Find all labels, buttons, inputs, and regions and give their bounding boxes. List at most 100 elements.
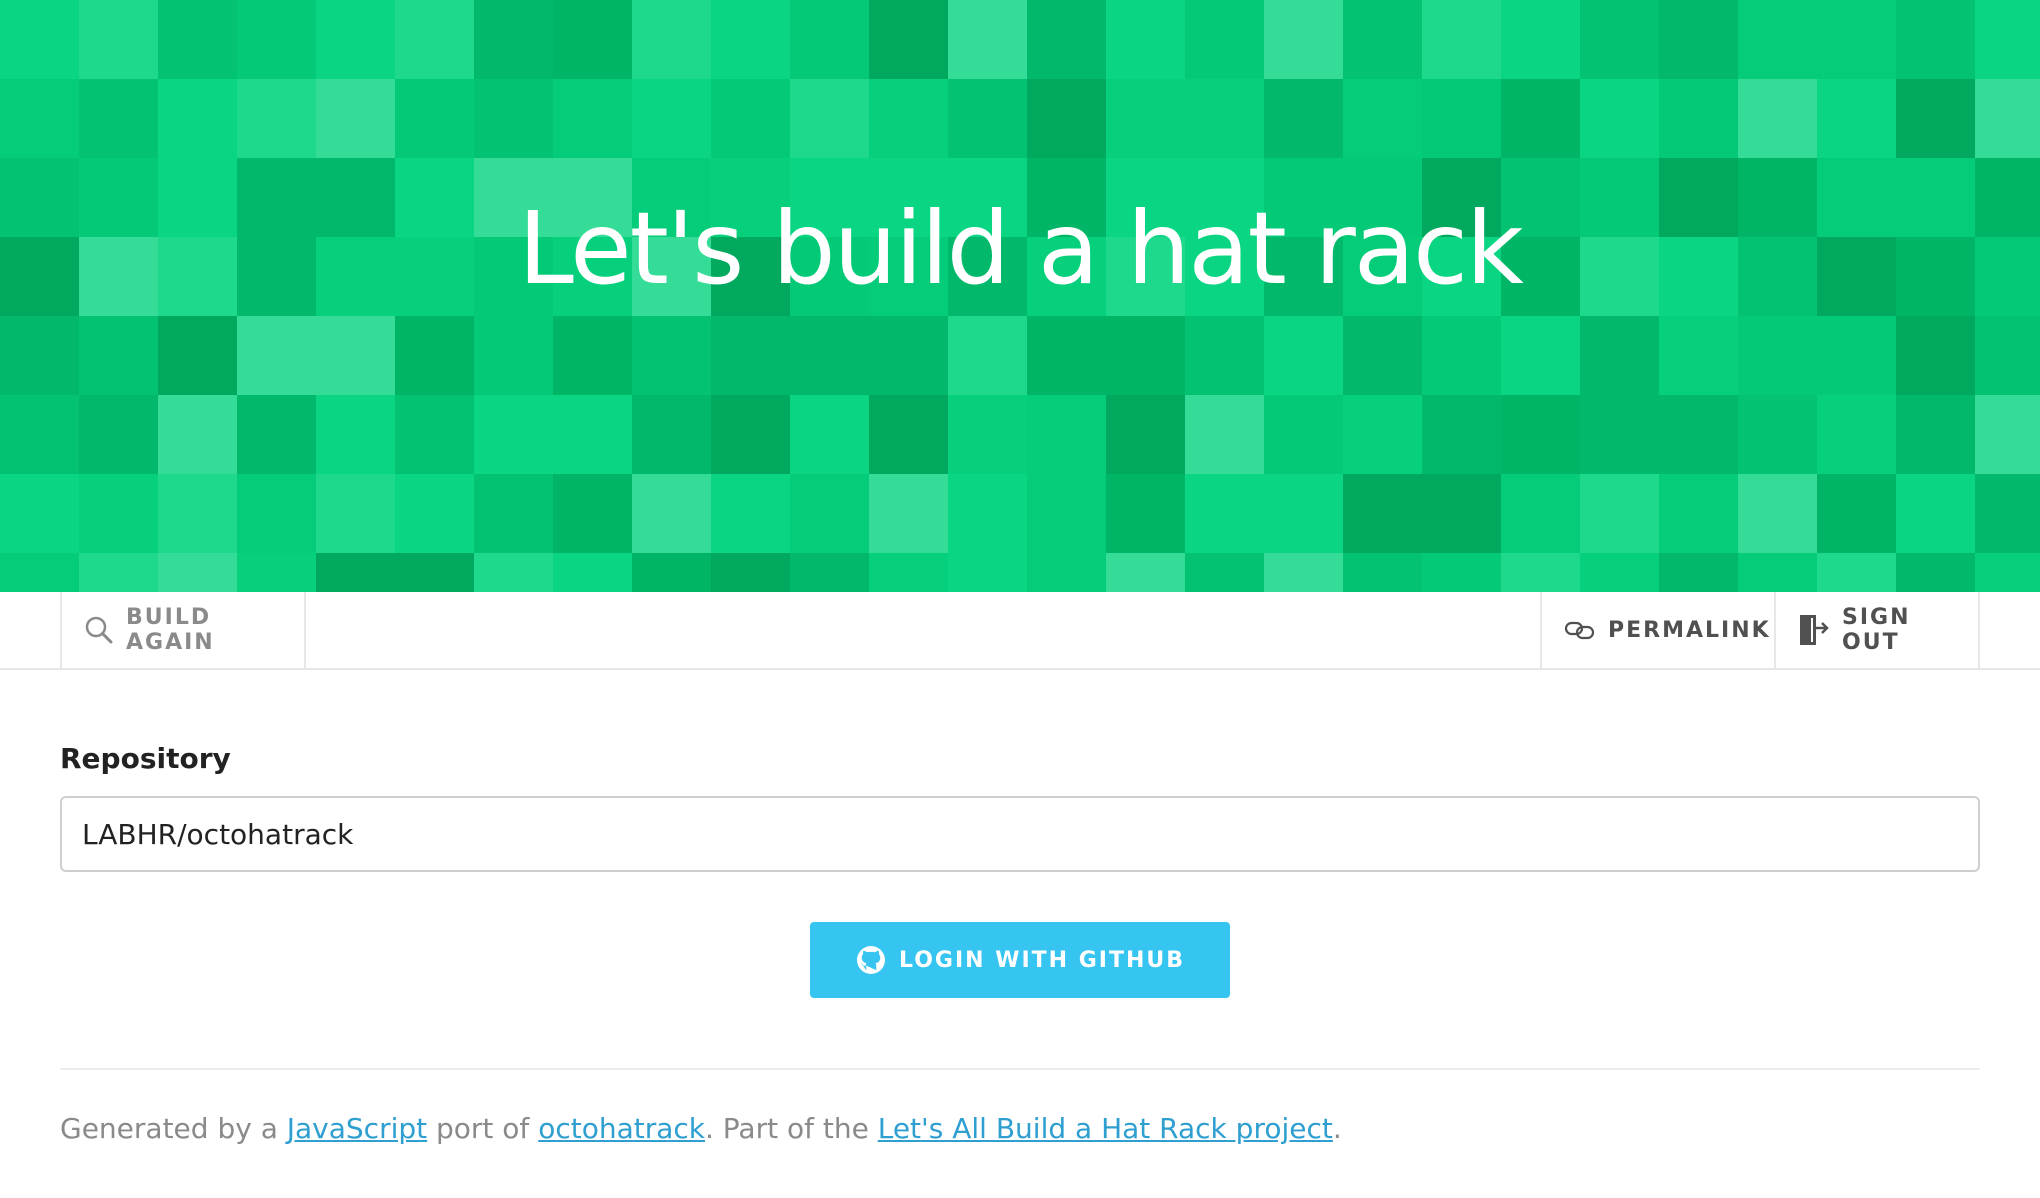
mosaic-tile — [1185, 316, 1264, 395]
mosaic-tile — [553, 553, 632, 592]
footer-text: Generated by a — [60, 1112, 287, 1145]
mosaic-tile — [1185, 0, 1264, 79]
mosaic-tile — [1106, 395, 1185, 474]
mosaic-tile — [1659, 474, 1738, 553]
mosaic-tile — [79, 395, 158, 474]
repository-label: Repository — [60, 742, 231, 775]
mosaic-tile — [1817, 395, 1896, 474]
mosaic-tile — [237, 316, 316, 395]
mosaic-tile — [1027, 79, 1106, 158]
mosaic-tile — [711, 553, 790, 592]
mosaic-tile — [1738, 474, 1817, 553]
mosaic-tile — [1738, 79, 1817, 158]
mosaic-tile — [395, 316, 474, 395]
mosaic-tile — [1027, 553, 1106, 592]
mosaic-tile — [79, 0, 158, 79]
mosaic-tile — [1422, 474, 1501, 553]
mosaic-tile — [158, 316, 237, 395]
mosaic-tile — [158, 0, 237, 79]
github-icon — [856, 946, 885, 974]
login-with-github-button[interactable]: LOGIN WITH GITHUB — [810, 922, 1230, 998]
mosaic-tile — [1896, 553, 1975, 592]
mosaic-tile — [474, 79, 553, 158]
mosaic-tile — [395, 553, 474, 592]
javascript-link[interactable]: JavaScript — [287, 1112, 427, 1145]
mosaic-tile — [1738, 0, 1817, 79]
sign-out-icon — [1800, 615, 1829, 645]
mosaic-tile — [1343, 316, 1422, 395]
mosaic-tile — [1185, 79, 1264, 158]
search-icon — [85, 616, 113, 644]
mosaic-tile — [869, 395, 948, 474]
mosaic-tile — [237, 79, 316, 158]
toolbar: BUILD AGAIN PERMALINK SIGN OUT — [0, 592, 2040, 670]
mosaic-tile — [1106, 553, 1185, 592]
mosaic-tile — [316, 395, 395, 474]
mosaic-tile — [1896, 316, 1975, 395]
mosaic-tile — [79, 316, 158, 395]
mosaic-tile — [1264, 316, 1343, 395]
mosaic-tile — [1343, 553, 1422, 592]
mosaic-tile — [1027, 474, 1106, 553]
mosaic-tile — [237, 474, 316, 553]
mosaic-tile — [1738, 553, 1817, 592]
mosaic-tile — [1106, 79, 1185, 158]
mosaic-tile — [1975, 316, 2040, 395]
permalink-button[interactable]: PERMALINK — [1540, 592, 1776, 668]
mosaic-tile — [1027, 316, 1106, 395]
mosaic-tile — [158, 79, 237, 158]
sign-out-button[interactable]: SIGN OUT — [1774, 592, 1980, 668]
mosaic-tile — [316, 316, 395, 395]
mosaic-tile — [632, 316, 711, 395]
page-title: Let's build a hat rack — [518, 190, 1524, 307]
mosaic-tile — [395, 395, 474, 474]
build-again-button[interactable]: BUILD AGAIN — [60, 592, 306, 668]
mosaic-tile — [1896, 474, 1975, 553]
mosaic-tile — [1185, 474, 1264, 553]
hat-rack-project-link[interactable]: Let's All Build a Hat Rack project — [878, 1112, 1333, 1145]
divider — [60, 1068, 1980, 1070]
mosaic-tile — [0, 553, 79, 592]
mosaic-tile — [237, 553, 316, 592]
mosaic-tile — [474, 553, 553, 592]
mosaic-tile — [1659, 79, 1738, 158]
mosaic-tile — [553, 474, 632, 553]
mosaic-tile — [1817, 316, 1896, 395]
mosaic-tile — [1422, 316, 1501, 395]
mosaic-tile — [237, 0, 316, 79]
footer-text: port of — [427, 1112, 539, 1145]
mosaic-tile — [316, 553, 395, 592]
mosaic-tile — [948, 474, 1027, 553]
mosaic-tile — [474, 0, 553, 79]
mosaic-tile — [1185, 395, 1264, 474]
mosaic-tile — [0, 316, 79, 395]
permalink-label: PERMALINK — [1608, 617, 1771, 643]
mosaic-tile — [395, 0, 474, 79]
mosaic-tile — [1580, 474, 1659, 553]
mosaic-tile — [395, 474, 474, 553]
mosaic-tile — [790, 0, 869, 79]
mosaic-tile — [1817, 0, 1896, 79]
mosaic-tile — [1580, 395, 1659, 474]
mosaic-tile — [158, 395, 237, 474]
mosaic-tile — [0, 79, 79, 158]
mosaic-tile — [1580, 553, 1659, 592]
mosaic-tile — [790, 474, 869, 553]
mosaic-tile — [1738, 395, 1817, 474]
mosaic-tile — [790, 553, 869, 592]
mosaic-tile — [553, 316, 632, 395]
mosaic-tile — [1422, 0, 1501, 79]
mosaic-tile — [1975, 0, 2040, 79]
footer-text: . Part of the — [705, 1112, 878, 1145]
mosaic-tile — [948, 553, 1027, 592]
mosaic-tile — [1896, 395, 1975, 474]
mosaic-tile — [1975, 395, 2040, 474]
mosaic-tile — [553, 0, 632, 79]
mosaic-tile — [1817, 474, 1896, 553]
repository-input[interactable] — [60, 796, 1980, 872]
octohatrack-link[interactable]: octohatrack — [538, 1112, 705, 1145]
mosaic-tile — [1501, 553, 1580, 592]
mosaic-tile — [79, 553, 158, 592]
mosaic-tile — [948, 395, 1027, 474]
mosaic-tile — [1738, 316, 1817, 395]
